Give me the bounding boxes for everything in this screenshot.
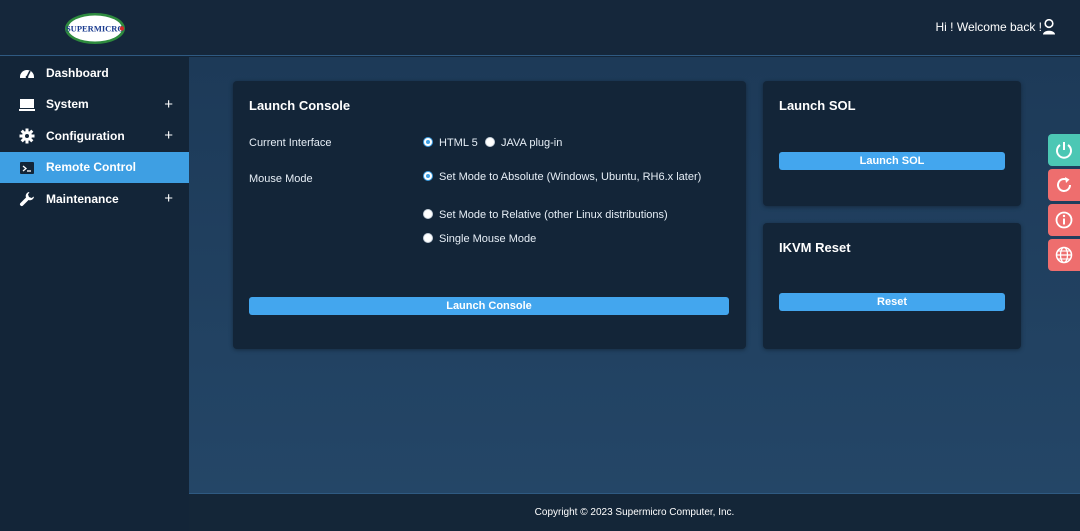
sidebar-item-configuration[interactable]: Configuration + [0, 120, 189, 152]
expand-icon[interactable]: + [164, 127, 173, 144]
terminal-icon [20, 161, 34, 174]
sidebar-item-label: System [46, 97, 89, 112]
radio-mouse-relative[interactable]: Set Mode to Relative (other Linux distri… [423, 208, 668, 222]
expand-icon[interactable]: + [164, 190, 173, 207]
launch-console-button[interactable]: Launch Console [249, 297, 729, 315]
radio-button[interactable] [485, 137, 495, 147]
current-interface-label: Current Interface [249, 137, 332, 149]
wrench-icon [19, 192, 34, 207]
launch-sol-button[interactable]: Launch SOL [779, 152, 1005, 170]
copyright-text: Copyright © 2023 Supermicro Computer, In… [534, 507, 735, 518]
mouse-mode-label: Mouse Mode [249, 173, 313, 185]
sidebar-item-maintenance[interactable]: Maintenance + [0, 183, 189, 215]
launch-sol-card: Launch SOL Launch SOL [763, 81, 1021, 206]
radio-html5[interactable]: HTML 5 [423, 136, 478, 150]
refresh-button[interactable] [1048, 169, 1080, 201]
card-title: IKVM Reset [779, 240, 851, 255]
monitor-icon [19, 98, 35, 111]
dashboard-icon [20, 70, 34, 79]
expand-icon[interactable]: + [164, 96, 173, 113]
sidebar-item-system[interactable]: System + [0, 89, 189, 121]
top-header: SUPERMICRO Hi ! Welcome back ! [0, 0, 1080, 56]
sidebar-item-remote-control[interactable]: Remote Control [0, 151, 189, 183]
power-icon [1056, 142, 1072, 159]
radio-java-plugin[interactable]: JAVA plug-in [485, 136, 562, 150]
footer: Copyright © 2023 Supermicro Computer, In… [189, 493, 1080, 531]
refresh-icon [1057, 177, 1071, 192]
radio-button[interactable] [423, 171, 433, 181]
info-icon [1055, 211, 1073, 229]
radio-mouse-absolute[interactable]: Set Mode to Absolute (Windows, Ubuntu, R… [423, 170, 713, 184]
sidebar-nav: Dashboard System + Configuration + Remot… [0, 57, 189, 531]
radio-button[interactable] [423, 209, 433, 219]
language-button[interactable] [1048, 239, 1080, 271]
supermicro-logo[interactable]: SUPERMICRO [64, 12, 126, 45]
radio-single-mouse[interactable]: Single Mouse Mode [423, 232, 536, 246]
card-title: Launch SOL [779, 98, 856, 113]
ikvm-reset-button[interactable]: Reset [779, 293, 1005, 311]
sidebar-item-label: Remote Control [46, 160, 136, 175]
radio-button[interactable] [423, 233, 433, 243]
sidebar-item-label: Maintenance [46, 191, 119, 206]
sidebar-item-label: Dashboard [46, 65, 109, 80]
launch-console-card: Launch Console Current Interface HTML 5 … [233, 81, 746, 349]
globe-icon [1055, 246, 1073, 264]
sidebar-item-dashboard[interactable]: Dashboard [0, 57, 189, 89]
gear-icon [19, 128, 35, 144]
power-button[interactable] [1048, 134, 1080, 166]
ikvm-reset-card: IKVM Reset Reset [763, 223, 1021, 349]
info-button[interactable] [1048, 204, 1080, 236]
card-title: Launch Console [249, 98, 351, 113]
sidebar-item-label: Configuration [46, 128, 125, 143]
logo-text: SUPERMICRO [66, 24, 124, 34]
user-icon[interactable] [1042, 19, 1056, 35]
radio-button[interactable] [423, 137, 433, 147]
welcome-message: Hi ! Welcome back ! [935, 20, 1042, 34]
main-content: Launch Console Current Interface HTML 5 … [189, 57, 1080, 493]
